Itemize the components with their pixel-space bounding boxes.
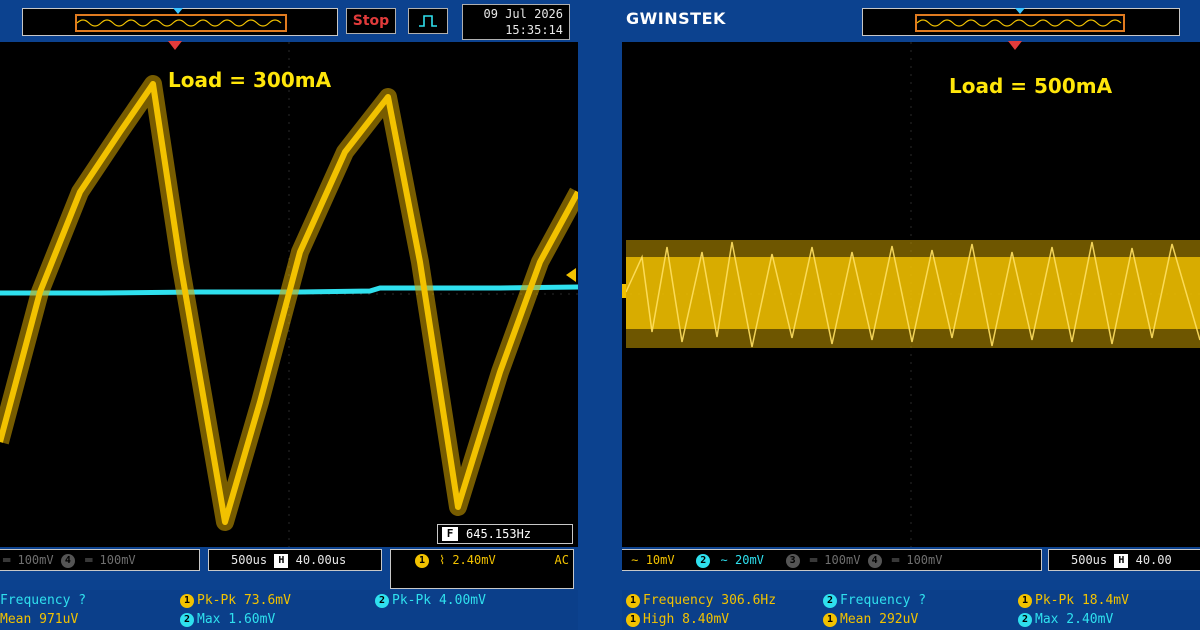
ch3-coupling-icon: ═ (809, 553, 818, 567)
brand-logo: GWINSTEK (626, 9, 726, 28)
measurement-item: 1 Pk-Pk 73.6mV (180, 591, 291, 610)
trigger-marker-icon (168, 41, 182, 50)
measurement-item: Frequency ? (0, 593, 87, 608)
trigger-level-value: 2.40mV (452, 553, 496, 567)
date-time-display: 09 Jul 2026 15:35:14 (462, 4, 570, 40)
ch1-scale: 10mV (645, 553, 675, 567)
measurement-item: 1 Frequency 306.6Hz (626, 591, 776, 610)
left-scope-panel: Stop 09 Jul 2026 15:35:14 Load = 300mA F… (0, 0, 578, 630)
trigger-position-icon (173, 8, 183, 14)
waveform-overview[interactable] (862, 8, 1180, 36)
trigger-marker-icon (1008, 41, 1022, 50)
ch4-badge-icon: 4 (60, 553, 75, 568)
ch4-scale: 100mV (99, 553, 136, 567)
waveform-screen-right[interactable]: Load = 500mA (622, 42, 1200, 547)
horizontal-position-value: 40.00 (1135, 553, 1172, 567)
measurement-item: 2 Max 1.60mV (180, 610, 275, 629)
ch3-scale: 100mV (824, 553, 861, 567)
channel-info-bar-right: 1 ∼ 10mV 2 ∼ 20mV 3 ═ 100mV 4 ═ 100mV 50… (622, 547, 1200, 590)
measurement-item: 2 Max 2.40mV (1018, 610, 1113, 629)
waveform-screen-left[interactable]: Load = 300mA (0, 42, 578, 547)
timebase-box[interactable]: 500us H 40.00 (1048, 549, 1200, 571)
trigger-mode-button[interactable] (408, 8, 448, 34)
ch4-badge: 4 (867, 553, 882, 568)
load-label-left: Load = 300mA (168, 68, 332, 92)
ch4-coupling-icon: ═ (891, 553, 900, 567)
date-text: 09 Jul 2026 (483, 7, 563, 21)
ch3-ch4-scale-box[interactable]: ═ 100mV 4 ═ 100mV (0, 549, 200, 571)
measurement-item: 1 High 8.40mV (626, 610, 729, 629)
trigger-channel-badge: 1 (415, 553, 429, 568)
waveform-display-right (622, 42, 1200, 547)
waveform-overview[interactable] (22, 8, 338, 36)
trigger-coupling: AC (554, 553, 569, 567)
trigger-box[interactable]: 1 ⌇ 2.40mV AC (390, 549, 574, 589)
trigger-slope-icon: ⌇ (439, 553, 446, 567)
ch4-coupling-icon: ═ (85, 553, 93, 567)
horizontal-position-badge: H (1114, 553, 1129, 568)
ch3-coupling-icon: ═ (3, 553, 11, 567)
overview-window (75, 14, 287, 32)
measurements-right: 1 Frequency 306.6Hz 2 Frequency ? 1 Pk-Pk 1… (622, 591, 1200, 630)
frequency-value: 645.153Hz (466, 527, 532, 541)
measurement-item: 1 Pk-Pk 18.4mV (1018, 591, 1129, 610)
channel-info-bar-left: ═ 100mV 4 ═ 100mV 500us H 40.00us 1 ⌇ 2.… (0, 547, 578, 590)
ch3-badge: 3 (785, 553, 800, 568)
horizontal-position-badge: H (274, 553, 289, 568)
ch3-scale: 100mV (17, 553, 54, 567)
ch2-scale: 20mV (735, 553, 764, 567)
measurement-item: 2 Frequency ? (823, 591, 926, 610)
frequency-badge: F (442, 527, 458, 541)
measurement-item: 1 Mean 292uV (823, 610, 918, 629)
channel-scales-box[interactable]: 1 ∼ 10mV 2 ∼ 20mV 3 ═ 100mV 4 ═ 100mV (622, 549, 1042, 571)
timebase-box[interactable]: 500us H 40.00us (208, 549, 382, 571)
ch1-coupling-icon: ∼ (631, 553, 639, 567)
ch2-badge: 2 (696, 553, 711, 568)
ch2-coupling-icon: ∼ (720, 553, 728, 567)
ch4-scale: 100mV (906, 553, 943, 567)
load-label-right: Load = 500mA (949, 74, 1113, 98)
timebase-value: 500us (1071, 553, 1108, 567)
top-bar: GWINSTEK (622, 0, 1200, 42)
top-bar: Stop 09 Jul 2026 15:35:14 (0, 0, 578, 42)
trigger-position-icon (1015, 8, 1025, 14)
panel-divider (578, 0, 622, 630)
ch1-noise-core (626, 257, 1200, 329)
measurements-left: Frequency ? 1 Pk-Pk 73.6mV 2 Pk-Pk 4.00mV … (0, 591, 578, 630)
run-stop-status[interactable]: Stop (346, 8, 396, 34)
time-text: 15:35:14 (505, 23, 563, 37)
measurement-item: 2 Pk-Pk 4.00mV (375, 591, 486, 610)
ch1-ground-marker[interactable]: 1 (622, 284, 626, 298)
waveform-display-left (0, 42, 578, 547)
ch1-trace-left (0, 75, 578, 531)
overview-wave-icon (917, 19, 1122, 27)
right-scope-panel: GWINSTEK Load = 500mA 1 1 ∼ 10m (622, 0, 1200, 630)
timebase-value: 500us (231, 553, 268, 567)
overview-window (915, 14, 1125, 32)
trigger-level-icon (566, 268, 576, 282)
overview-wave-icon (77, 19, 282, 27)
measurement-item: Mean 971uV (0, 612, 79, 627)
horizontal-position-value: 40.00us (295, 553, 347, 567)
pulse-icon (419, 15, 437, 27)
frequency-counter: F 645.153Hz (437, 524, 573, 544)
